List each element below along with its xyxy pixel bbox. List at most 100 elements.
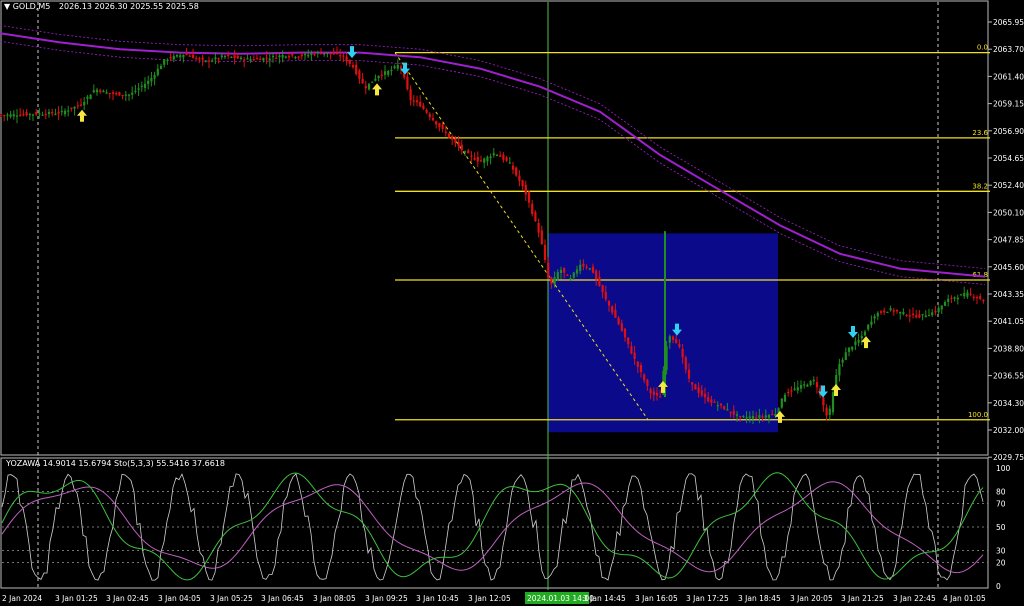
candle-body: [127, 94, 131, 96]
candle-body: [124, 94, 127, 96]
candle-body: [630, 346, 633, 354]
candle-body: [47, 111, 51, 115]
candle-body: [262, 58, 265, 61]
candle-body: [975, 297, 979, 299]
candle-body: [291, 53, 294, 56]
time-axis-label: 3 Jan 22:45: [893, 594, 936, 603]
candle-body: [831, 392, 835, 413]
candle-body: [950, 297, 953, 299]
time-axis-label: 4 Jan 01:05: [943, 594, 986, 603]
candle-body: [38, 113, 41, 115]
candle-body: [815, 382, 819, 388]
candle-body: [467, 150, 470, 154]
candle-body: [406, 76, 409, 90]
candle-body: [60, 110, 63, 113]
candle-body: [361, 78, 364, 84]
ohlc-label: 2026.13 2026.30 2025.55 2025.58: [58, 2, 199, 11]
candle-body: [495, 154, 499, 156]
candle-body: [63, 110, 67, 115]
candle-body: [281, 55, 284, 58]
time-axis-label: 2 Jan 2024: [2, 594, 42, 603]
candle-body: [751, 416, 755, 419]
candle-body: [732, 410, 735, 415]
candle-body: [771, 414, 774, 416]
candle-body: [399, 66, 403, 68]
candle-body: [460, 144, 463, 150]
candle-body: [966, 292, 969, 297]
time-axis-label: 3 Jan 14:45: [583, 594, 626, 603]
candle-body: [822, 397, 825, 406]
candle-body: [287, 56, 291, 58]
candle-body: [323, 53, 326, 55]
candle-body: [236, 56, 239, 59]
candle-body: [278, 55, 281, 57]
sub-level-label: 80: [996, 488, 1006, 497]
candle-body: [713, 401, 716, 403]
candle-body: [716, 405, 719, 407]
candle-body: [329, 53, 332, 55]
candle-body: [207, 60, 211, 62]
sub-level-label: 20: [996, 558, 1006, 567]
fibo-label-4: 100.0: [968, 411, 988, 419]
candle-body: [342, 55, 345, 57]
candle-body: [297, 56, 300, 58]
menu-triangle-icon[interactable]: ▼: [4, 2, 10, 11]
candle-body: [886, 311, 889, 313]
candle-body: [883, 310, 886, 313]
candle-body: [828, 408, 831, 415]
candle-body: [803, 384, 806, 386]
candle-body: [268, 58, 271, 61]
candle-body: [454, 138, 457, 143]
candle-body: [611, 306, 614, 313]
candle-body: [796, 387, 799, 391]
candle-body: [870, 321, 873, 325]
candle-body: [150, 78, 153, 82]
candle-body: [963, 293, 966, 297]
moving-average: [0, 32, 986, 278]
chart-svg[interactable]: 0.023.638.261.8100.02065.952063.702061.4…: [0, 0, 1024, 606]
price-axis-label: 2032.00: [993, 426, 1024, 435]
candle-body: [643, 374, 646, 381]
candle-body: [694, 384, 697, 390]
candle-body: [838, 364, 841, 376]
main-frame: [0, 0, 989, 456]
candle-body: [681, 348, 684, 358]
time-axis-label: 3 Jan 02:45: [106, 594, 149, 603]
candle-body: [44, 113, 47, 116]
candle-body: [675, 339, 678, 344]
candle-body: [431, 117, 435, 121]
candle-body: [572, 272, 575, 278]
price-axis-label: 2050.10: [993, 208, 1024, 217]
candle-body: [239, 57, 243, 59]
candle-body: [579, 264, 582, 271]
candle-body: [137, 88, 140, 90]
candle-body: [201, 57, 204, 60]
candle-body: [28, 113, 31, 116]
price-axis-label: 2045.60: [993, 263, 1024, 272]
candle-body: [559, 269, 563, 273]
candle-body: [211, 60, 214, 62]
candle-body: [953, 297, 956, 299]
candle-body: [217, 58, 220, 60]
time-axis-label: 3 Jan 12:05: [468, 594, 511, 603]
candle-body: [505, 157, 508, 161]
candle-body: [492, 153, 495, 156]
candle-body: [3, 115, 6, 117]
time-axis-label: 3 Jan 10:45: [416, 594, 459, 603]
candle-body: [531, 203, 534, 214]
candle-body: [857, 339, 860, 343]
candle-body: [585, 266, 588, 268]
candle-body: [847, 347, 851, 352]
candle-body: [527, 191, 531, 203]
candle-body: [463, 151, 467, 153]
price-axis-label: 2056.90: [993, 127, 1024, 136]
candle-body: [367, 83, 371, 90]
candle-body: [931, 312, 934, 316]
candle-body: [457, 142, 460, 147]
candle-body: [102, 90, 105, 93]
candle-body: [627, 337, 630, 345]
candle-body: [879, 311, 883, 313]
candle-body: [134, 90, 137, 92]
fibo-label-2: 38.2: [972, 182, 988, 190]
candle-body: [252, 59, 255, 61]
